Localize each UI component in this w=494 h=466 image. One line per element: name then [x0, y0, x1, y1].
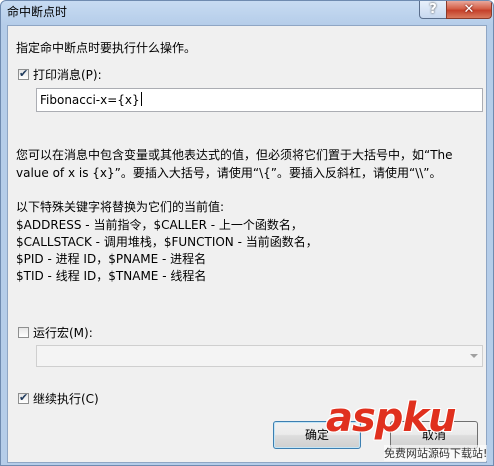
keywords-title: 以下特殊关键字将替换为它们的当前值:: [16, 200, 225, 214]
help-icon: ?: [429, 2, 437, 17]
site-watermark: aspku 免费网站源码下载站!: [326, 395, 491, 463]
print-message-input[interactable]: Fibonacci-x={x}: [36, 88, 483, 112]
keyword-line: $TID - 线程 ID，$TNAME - 线程名: [16, 269, 207, 283]
title-bar[interactable]: 命中断点时 ? ✕: [1, 1, 493, 25]
hint-line-2: value of x is {x}”。要插入大括号，请使用“\{”。要插入反斜杠…: [16, 166, 442, 180]
print-message-label: 打印消息(P):: [33, 68, 102, 82]
text-caret: [140, 92, 142, 106]
hint-line-1: 您可以在消息中包含变量或其他表达式的值，但必须将它们置于大括号中，如“The: [16, 148, 453, 162]
print-message-value: Fibonacci-x={x}: [40, 93, 140, 107]
help-button[interactable]: ?: [419, 1, 447, 19]
run-macro-select[interactable]: [36, 345, 483, 367]
close-icon: ✕: [463, 2, 475, 17]
keyword-line: $CALLSTACK - 调用堆栈，$FUNCTION - 当前函数名，: [16, 235, 318, 249]
continue-execution-checkbox[interactable]: ✔: [18, 391, 29, 404]
run-macro-label: 运行宏(M):: [33, 326, 93, 340]
watermark-tagline: 免费网站源码下载站!: [384, 445, 488, 461]
checkmark-icon: ✔: [19, 67, 29, 80]
dialog-window: 命中断点时 ? ✕ 指定命中断点时要执行什么操作。 ✔ 打印消息(P): Fib…: [0, 0, 494, 466]
instruction-text: 指定命中断点时要执行什么操作。: [16, 41, 197, 55]
continue-execution-label: 继续执行(C): [33, 392, 99, 406]
checkmark-icon: ✔: [19, 391, 29, 404]
keyword-line: $ADDRESS - 当前指令，$CALLER - 上一个函数名，: [16, 218, 303, 232]
run-macro-checkbox[interactable]: [18, 327, 29, 338]
watermark-logo: aspku: [326, 395, 457, 441]
chevron-down-icon: [470, 354, 478, 358]
print-message-checkbox[interactable]: ✔: [18, 67, 29, 80]
keyword-line: $PID - 进程 ID，$PNAME - 进程名: [16, 252, 207, 266]
window-title: 命中断点时: [7, 5, 68, 19]
close-button[interactable]: ✕: [446, 1, 492, 19]
